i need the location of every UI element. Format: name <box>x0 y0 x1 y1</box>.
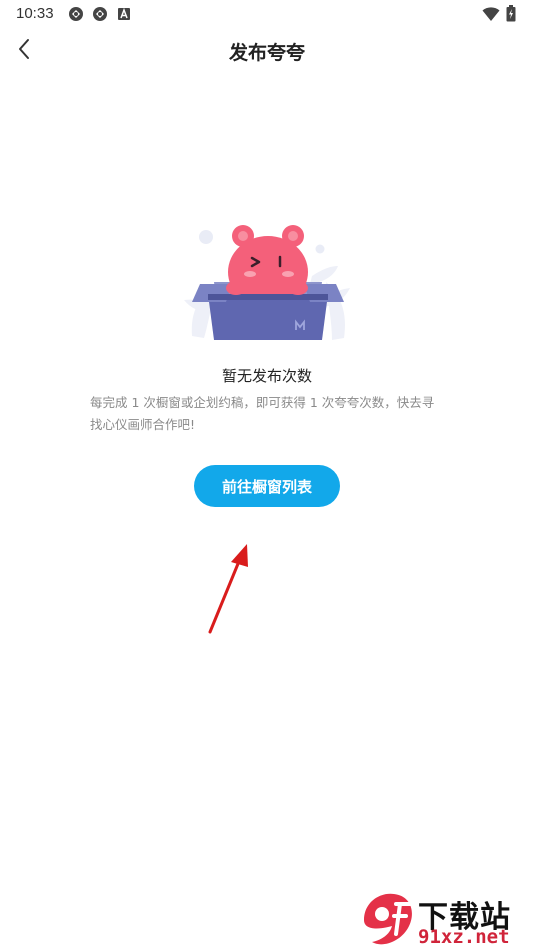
page-title: 发布夸夸 <box>228 42 305 64</box>
empty-state-illustration <box>182 216 354 346</box>
watermark-url: 91xz.net <box>418 926 510 948</box>
status-system-icons <box>482 5 516 26</box>
text-notification-icon <box>116 6 132 22</box>
annotation-arrow <box>200 540 260 640</box>
status-time: 10:33 <box>16 5 54 22</box>
go-to-showcase-list-button[interactable]: 前往橱窗列表 <box>194 465 340 507</box>
app-notification-icon <box>68 6 84 22</box>
app-notification-icon <box>92 6 108 22</box>
status-bar: 10:33 <box>0 0 534 28</box>
wifi-icon <box>482 6 500 26</box>
empty-state-title: 暂无发布次数 <box>221 367 312 385</box>
status-notification-icons <box>68 6 132 22</box>
watermark-logo: 下载站 91xz.net <box>360 890 532 948</box>
battery-icon <box>506 5 516 26</box>
empty-state-description: 每完成 1 次橱窗或企划约稿，即可获得 1 次夸夸次数，快去寻找心仪画师合作吧! <box>90 395 435 432</box>
navigation-bar: 发布夸夸 <box>0 28 534 74</box>
